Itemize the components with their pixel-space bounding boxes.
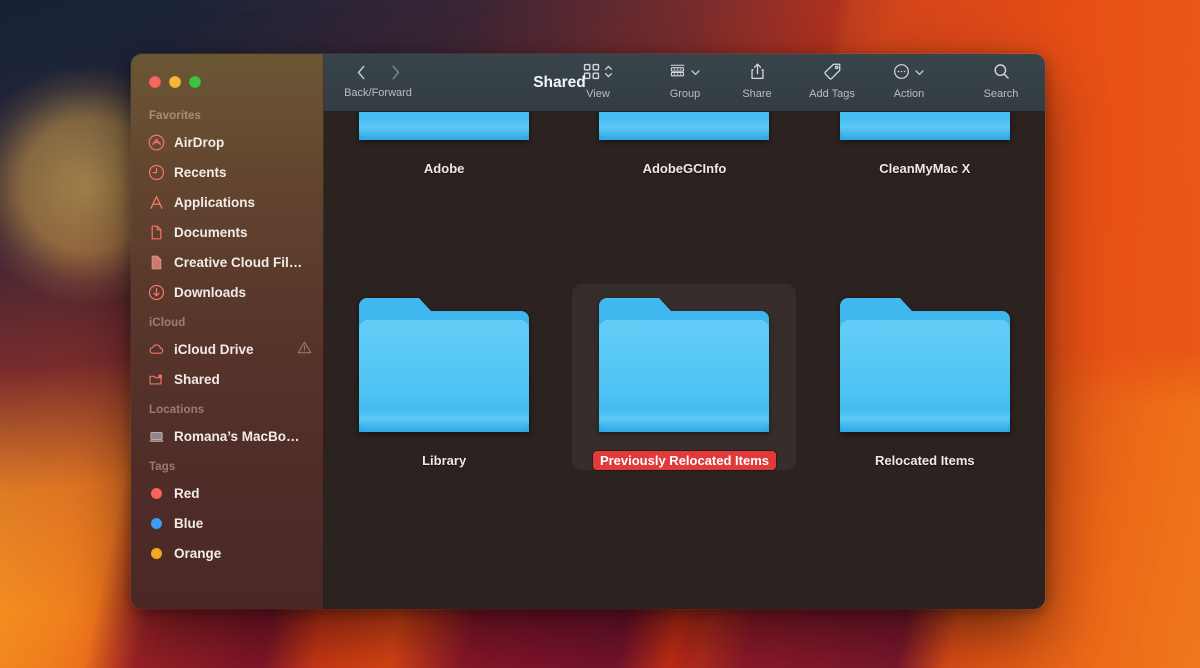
finder-window: Favorites AirDrop Recents Applications D… bbox=[131, 54, 1045, 609]
chevron-down-icon bbox=[690, 65, 701, 83]
shared-folder-icon bbox=[148, 371, 165, 388]
file-item-label: AdobeGCInfo bbox=[642, 161, 727, 176]
folder-icon bbox=[834, 112, 1016, 148]
sidebar-item-tag-orange[interactable]: Orange bbox=[131, 538, 324, 568]
folder-icon bbox=[593, 292, 775, 440]
sidebar-item-tag-red[interactable]: Red bbox=[131, 478, 324, 508]
forward-button[interactable] bbox=[386, 62, 404, 82]
tag-dot-red-icon bbox=[148, 485, 165, 502]
share-button[interactable]: Share bbox=[733, 54, 781, 100]
tag-icon bbox=[823, 62, 842, 86]
traffic-light-buttons bbox=[131, 54, 324, 100]
sidebar-item-tag-blue[interactable]: Blue bbox=[131, 508, 324, 538]
selection-highlight: Previously Relocated Items bbox=[572, 284, 797, 470]
sidebar-item-icloud-drive[interactable]: iCloud Drive bbox=[131, 334, 324, 364]
sidebar-header-icloud: iCloud bbox=[149, 317, 186, 329]
sidebar-header-tags: Tags bbox=[149, 461, 176, 473]
sidebar-item-label: Downloads bbox=[174, 284, 247, 300]
action-label: Action bbox=[893, 88, 925, 100]
folder-icon bbox=[353, 292, 535, 440]
sidebar-item-label: Romana’s MacBo… bbox=[174, 428, 300, 444]
tag-dot-blue-icon bbox=[148, 515, 165, 532]
file-item-label: Adobe bbox=[423, 161, 465, 176]
sidebar-item-macbook[interactable]: Romana’s MacBo… bbox=[131, 421, 324, 451]
share-label: Share bbox=[742, 88, 772, 100]
document-icon bbox=[148, 224, 165, 241]
desktop-wallpaper: Favorites AirDrop Recents Applications D… bbox=[0, 0, 1200, 668]
sidebar-item-label: Blue bbox=[174, 515, 204, 531]
sidebar-item-downloads[interactable]: Downloads bbox=[131, 277, 324, 307]
file-item-relocated-items[interactable]: Relocated Items bbox=[805, 284, 1045, 552]
file-item-label: CleanMyMac X bbox=[879, 161, 971, 176]
file-item-previously-relocated-items[interactable]: Previously Relocated Items bbox=[564, 284, 804, 552]
file-item-label: Previously Relocated Items bbox=[592, 451, 777, 470]
close-button[interactable] bbox=[149, 76, 161, 88]
file-item-adobegcinfo[interactable]: AdobeGCInfo bbox=[564, 112, 804, 260]
share-icon bbox=[749, 62, 766, 86]
sidebar-item-documents[interactable]: Documents bbox=[131, 217, 324, 247]
airdrop-icon bbox=[148, 134, 165, 151]
sidebar-item-applications[interactable]: Applications bbox=[131, 187, 324, 217]
sidebar-section-locations: Locations Romana’s MacBo… bbox=[131, 404, 324, 451]
folder-icon bbox=[834, 292, 1016, 440]
back-forward-group: Back/Forward bbox=[324, 54, 432, 99]
sidebar-item-label: Applications bbox=[174, 194, 256, 210]
applications-icon bbox=[148, 194, 165, 211]
sidebar-item-label: Creative Cloud Fil… bbox=[174, 254, 303, 270]
file-item-label: Library bbox=[422, 453, 467, 468]
grid-row: Library Previously Relocated Items Reloc… bbox=[324, 284, 1045, 552]
sidebar: Favorites AirDrop Recents Applications D… bbox=[131, 54, 324, 609]
search-label: Search bbox=[983, 88, 1019, 100]
zoom-button[interactable] bbox=[189, 76, 201, 88]
cloud-icon bbox=[148, 341, 165, 358]
sidebar-item-label: Documents bbox=[174, 224, 248, 240]
add-tags-button[interactable]: Add Tags bbox=[799, 54, 865, 100]
sidebar-section-icloud: iCloud iCloud Drive Shared bbox=[131, 317, 324, 394]
sidebar-section-tags: Tags Red Blue Orange bbox=[131, 461, 324, 568]
add-tags-label: Add Tags bbox=[809, 88, 855, 100]
search-button[interactable]: Search bbox=[973, 54, 1029, 100]
download-icon bbox=[148, 284, 165, 301]
file-item-library[interactable]: Library bbox=[324, 284, 564, 552]
sidebar-header-locations: Locations bbox=[149, 404, 205, 416]
page-title: Shared bbox=[533, 74, 586, 91]
sidebar-item-label: AirDrop bbox=[174, 134, 225, 150]
back-button[interactable] bbox=[352, 62, 370, 82]
back-forward-caption: Back/Forward bbox=[344, 87, 412, 99]
sidebar-item-creative-cloud-files[interactable]: Creative Cloud Fil… bbox=[131, 247, 324, 277]
sidebar-item-label: iCloud Drive bbox=[174, 341, 254, 357]
sidebar-item-label: Red bbox=[174, 485, 200, 501]
grid-row: Adobe AdobeGCInfo CleanMyMac X bbox=[324, 112, 1045, 260]
file-icon-grid: Adobe AdobeGCInfo CleanMyMac X Library P… bbox=[324, 112, 1045, 609]
sidebar-section-favorites: Favorites AirDrop Recents Applications D… bbox=[131, 110, 324, 307]
clock-icon bbox=[148, 164, 165, 181]
folder-icon bbox=[353, 112, 535, 148]
tag-dot-orange-icon bbox=[148, 545, 165, 562]
sidebar-item-label: Orange bbox=[174, 545, 222, 561]
toolbar: Back/Forward Shared View Group Share Add… bbox=[324, 54, 1045, 112]
minimize-button[interactable] bbox=[169, 76, 181, 88]
search-icon bbox=[993, 63, 1010, 85]
sidebar-item-label: Shared bbox=[174, 371, 220, 387]
laptop-icon bbox=[148, 428, 165, 445]
file-item-adobe[interactable]: Adobe bbox=[324, 112, 564, 260]
sidebar-header-favorites: Favorites bbox=[149, 110, 202, 122]
action-button[interactable]: Action bbox=[881, 54, 937, 100]
sidebar-item-shared[interactable]: Shared bbox=[131, 364, 324, 394]
chevron-down-icon bbox=[914, 65, 925, 83]
sidebar-item-recents[interactable]: Recents bbox=[131, 157, 324, 187]
sidebar-item-airdrop[interactable]: AirDrop bbox=[131, 127, 324, 157]
file-item-cleanmymac-x[interactable]: CleanMyMac X bbox=[805, 112, 1045, 260]
file-item-label: Relocated Items bbox=[874, 453, 975, 468]
ellipsis-circle-icon bbox=[893, 63, 910, 85]
warning-triangle-icon bbox=[297, 340, 312, 358]
document-filled-icon bbox=[148, 254, 165, 271]
sidebar-item-label: Recents bbox=[174, 164, 227, 180]
main-pane: Back/Forward Shared View Group Share Add… bbox=[324, 54, 1045, 609]
folder-icon bbox=[593, 112, 775, 148]
